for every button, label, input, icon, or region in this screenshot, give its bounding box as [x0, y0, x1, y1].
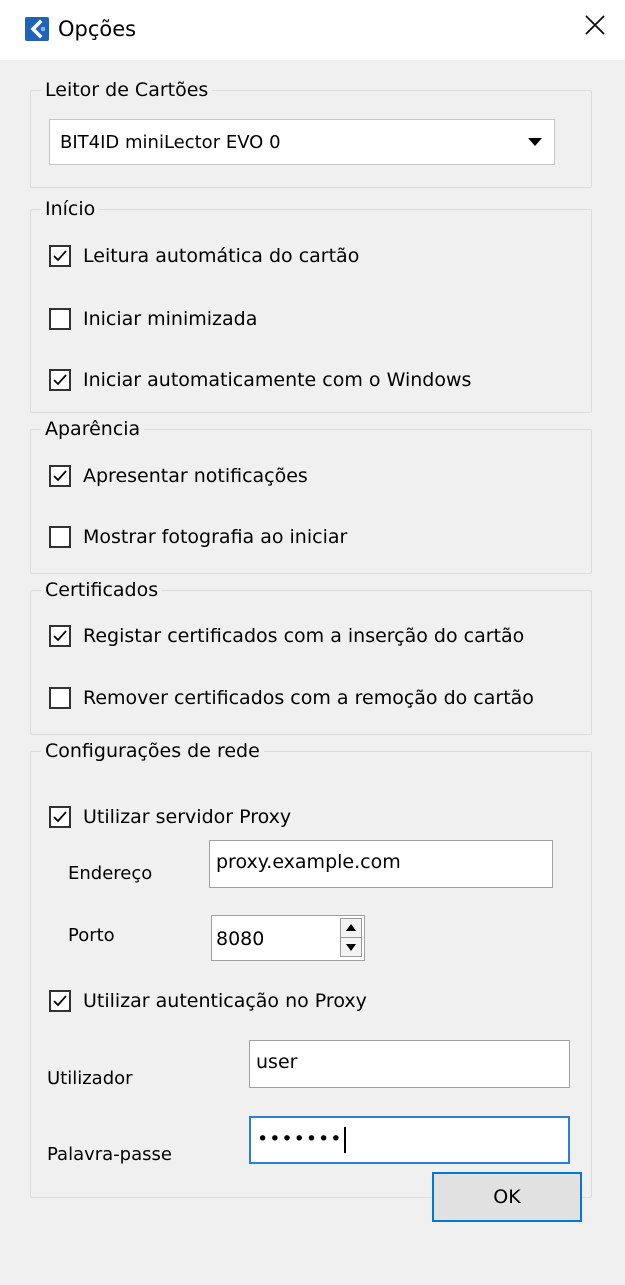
- port-value: 8080: [216, 928, 265, 950]
- auto-read-card-checkbox[interactable]: [49, 245, 71, 267]
- address-value: proxy.example.com: [216, 851, 401, 873]
- appearance-legend: Aparência: [41, 416, 145, 442]
- network-group: Configurações de rede Utilizar servidor …: [30, 738, 592, 1198]
- start-with-windows-checkbox[interactable]: [49, 369, 71, 391]
- arrow-up-icon: [346, 924, 356, 931]
- show-photo-label: Mostrar fotografia ao iniciar: [83, 526, 348, 548]
- arrow-down-icon: [346, 944, 356, 951]
- password-value: •••••••: [257, 1128, 343, 1150]
- show-photo-option[interactable]: Mostrar fotografia ao iniciar: [49, 522, 347, 552]
- auto-read-card-option[interactable]: Leitura automática do cartão: [49, 241, 359, 271]
- close-button[interactable]: [565, 0, 625, 54]
- use-proxy-checkbox[interactable]: [49, 806, 71, 828]
- certificates-legend: Certificados: [41, 577, 163, 603]
- use-auth-checkbox[interactable]: [49, 990, 71, 1012]
- appearance-group: Aparência Apresentar notificações Mostra…: [30, 416, 592, 574]
- window-title: Opções: [58, 17, 137, 41]
- use-auth-option[interactable]: Utilizar autenticação no Proxy: [49, 986, 367, 1016]
- title-bar: Opções: [0, 0, 625, 60]
- address-label: Endereço: [68, 863, 153, 884]
- address-input[interactable]: proxy.example.com: [209, 840, 553, 888]
- start-minimized-option[interactable]: Iniciar minimizada: [49, 304, 257, 334]
- auto-read-card-label: Leitura automática do cartão: [83, 245, 360, 267]
- port-spin-buttons: [340, 918, 362, 958]
- ok-button[interactable]: OK: [432, 1172, 582, 1222]
- port-increment-button[interactable]: [340, 918, 362, 938]
- card-reader-select[interactable]: BIT4ID miniLector EVO 0: [49, 119, 555, 165]
- card-reader-legend: Leitor de Cartões: [41, 77, 213, 103]
- register-certs-option[interactable]: Registar certificados com a inserção do …: [49, 621, 524, 651]
- dropdown-arrow-icon: [528, 138, 542, 146]
- start-with-windows-label: Iniciar automaticamente com o Windows: [83, 369, 472, 391]
- port-label: Porto: [68, 925, 115, 946]
- password-input[interactable]: •••••••: [249, 1116, 570, 1164]
- use-proxy-label: Utilizar servidor Proxy: [83, 806, 292, 828]
- startup-group: Início Leitura automática do cartão Inic…: [30, 196, 592, 413]
- port-spinbox[interactable]: 8080: [211, 915, 365, 961]
- ok-button-label: OK: [493, 1186, 521, 1208]
- show-notifications-label: Apresentar notificações: [83, 465, 308, 487]
- close-icon: [584, 14, 606, 40]
- startup-legend: Início: [41, 196, 100, 222]
- show-photo-checkbox[interactable]: [49, 526, 71, 548]
- app-logo-icon: [25, 17, 49, 41]
- certificates-group: Certificados Registar certificados com a…: [30, 577, 592, 735]
- remove-certs-label: Remover certificados com a remoção do ca…: [83, 687, 534, 709]
- show-notifications-option[interactable]: Apresentar notificações: [49, 461, 308, 491]
- card-reader-selected-value: BIT4ID miniLector EVO 0: [60, 132, 281, 153]
- start-minimized-label: Iniciar minimizada: [83, 308, 258, 330]
- username-label: Utilizador: [47, 1068, 133, 1089]
- dialog-body: Leitor de Cartões BIT4ID miniLector EVO …: [0, 60, 625, 1285]
- use-proxy-option[interactable]: Utilizar servidor Proxy: [49, 802, 291, 832]
- card-reader-group: Leitor de Cartões BIT4ID miniLector EVO …: [30, 77, 592, 188]
- network-legend: Configurações de rede: [41, 738, 264, 764]
- use-auth-label: Utilizar autenticação no Proxy: [83, 990, 367, 1012]
- text-caret: [344, 1126, 347, 1153]
- show-notifications-checkbox[interactable]: [49, 465, 71, 487]
- start-minimized-checkbox[interactable]: [49, 308, 71, 330]
- username-input[interactable]: user: [249, 1040, 570, 1088]
- port-decrement-button[interactable]: [340, 937, 362, 957]
- register-certs-label: Registar certificados com a inserção do …: [83, 625, 525, 647]
- options-dialog: Opções Leitor de Cartões BIT4ID miniLect…: [0, 0, 625, 1285]
- username-value: user: [256, 1051, 298, 1073]
- remove-certs-checkbox[interactable]: [49, 687, 71, 709]
- password-label: Palavra-passe: [47, 1144, 172, 1165]
- start-with-windows-option[interactable]: Iniciar automaticamente com o Windows: [49, 365, 471, 395]
- register-certs-checkbox[interactable]: [49, 625, 71, 647]
- remove-certs-option[interactable]: Remover certificados com a remoção do ca…: [49, 683, 534, 713]
